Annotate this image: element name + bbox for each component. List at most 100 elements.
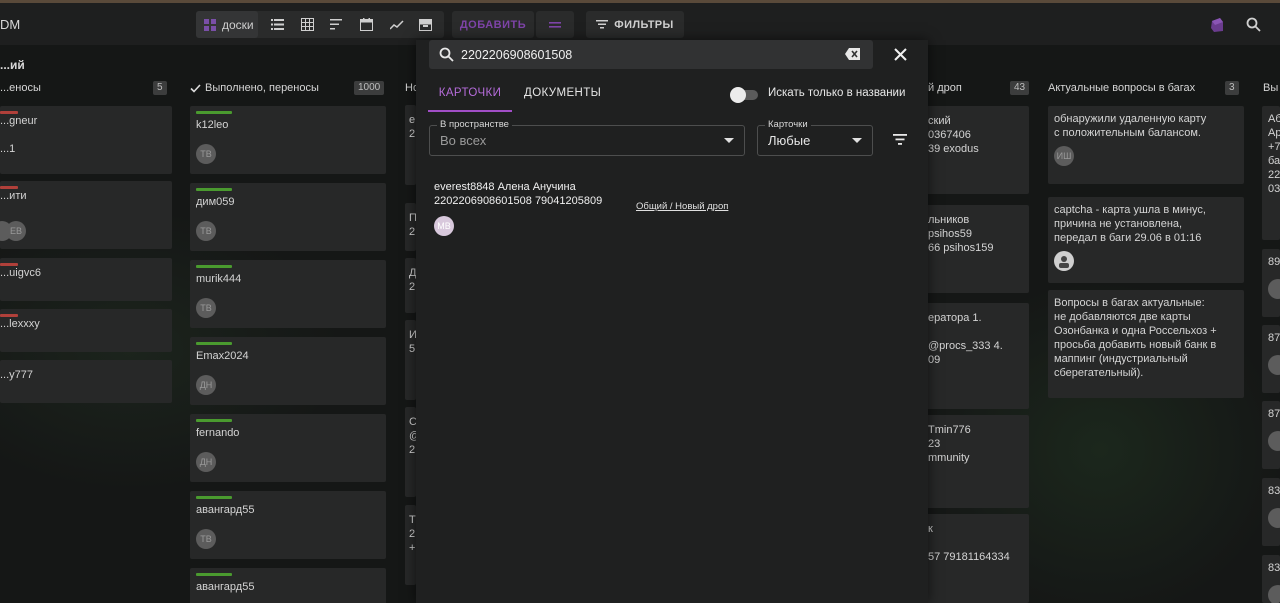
inbox-view-button[interactable] (411, 11, 440, 38)
column-2-count: 1000 (354, 81, 385, 95)
card[interactable]: Вопросы в багах актуальные: не добавляютс… (1048, 290, 1244, 398)
space-select-label: В пространстве (437, 119, 512, 130)
filters-button[interactable]: ФИЛЬТРЫ (586, 11, 684, 38)
card[interactable]: ...lexxxy (0, 309, 172, 352)
column-5-count: 3 (1225, 81, 1239, 95)
app-name: DM (0, 17, 21, 32)
boards-view-button[interactable]: доски (196, 11, 258, 38)
card[interactable]: дим059 ТВ (190, 183, 386, 251)
table-view-button[interactable] (293, 11, 322, 38)
title-only-toggle[interactable] (730, 87, 760, 103)
card[interactable]: льников psihos59 66 psihos159 (916, 205, 1029, 293)
calendar-view-button[interactable] (352, 11, 381, 38)
tab-cards[interactable]: КАРТОЧКИ (428, 84, 512, 112)
card[interactable]: И5 (405, 320, 416, 400)
card-title: ...ити (0, 190, 27, 202)
card[interactable]: Д2 (405, 258, 416, 313)
chevron-down-icon (852, 138, 862, 143)
card-text: 83 (1268, 562, 1280, 574)
cards-select[interactable]: Карточки Любые (757, 119, 873, 156)
card[interactable]: е2 (405, 105, 416, 185)
add-button[interactable]: ДОБАВИТЬ (452, 11, 534, 38)
card-text: 87 (1268, 332, 1280, 344)
trend-icon (389, 19, 404, 30)
result-title: everest8848 Алена Анучина (434, 181, 576, 193)
search-icon[interactable] (1246, 17, 1261, 32)
card-line1: к (928, 523, 933, 535)
card[interactable]: Emax2024 ДН (190, 337, 386, 405)
card[interactable]: 83 (1262, 478, 1280, 546)
card-title: Emax2024 (196, 350, 249, 362)
card-title: е (409, 114, 416, 126)
search-result[interactable]: everest8848 Алена Анучина 22022069086015… (434, 180, 854, 236)
card[interactable]: ...y777 (0, 360, 172, 403)
close-icon[interactable] (894, 48, 907, 61)
card-text: 89 (1268, 256, 1280, 268)
card-line2: 2 (409, 281, 416, 293)
search-input[interactable] (461, 46, 841, 64)
card[interactable]: ...uigvc6 (0, 258, 172, 301)
card-title: Т (409, 514, 416, 526)
filters-label: ФИЛЬТРЫ (614, 18, 674, 31)
card[interactable]: ский 0367406 39 exodus (916, 106, 1029, 194)
chart-view-button[interactable] (382, 11, 411, 38)
result-board-path[interactable]: Общий / Новый дроп (636, 201, 728, 212)
card[interactable]: Tmin776 23 mmunity (916, 415, 1029, 508)
column-2-header: Выполнено, переносы (190, 78, 319, 98)
card[interactable]: Аб Ар +7 ба 22 03 (1262, 106, 1280, 240)
sort-filter-icon[interactable] (893, 134, 907, 145)
add-menu-button[interactable] (536, 11, 574, 38)
card-text: 83 (1268, 485, 1280, 497)
card-stripe (196, 265, 232, 268)
card-line2: ...1 (0, 143, 16, 155)
avatar: ИШ (1054, 146, 1074, 166)
card-text: Озонбанка и одна Россельхоз + (1054, 325, 1217, 337)
card[interactable]: к 57 79181164334 (916, 514, 1029, 603)
card-title: И (409, 329, 416, 341)
card[interactable]: 83 (1262, 555, 1280, 603)
card[interactable]: авангард55 (190, 568, 386, 603)
clear-input-icon[interactable] (845, 48, 860, 60)
card-line2: 2 (409, 528, 416, 540)
card[interactable]: k12leo ТВ (190, 106, 386, 174)
cards-select-value: Любые (768, 133, 811, 148)
space-select[interactable]: В пространстве Во всех (429, 119, 745, 156)
card-text: сберегательный). (1054, 367, 1144, 379)
card-stripe (0, 263, 18, 266)
card[interactable]: captcha - карта ушла в минус, причина не … (1048, 197, 1244, 283)
gantt-view-button[interactable] (322, 11, 351, 38)
card-stripe (0, 186, 18, 189)
list-view-button[interactable] (263, 11, 292, 38)
avatar: ЕВ (6, 221, 26, 241)
card-stripe (196, 573, 232, 576)
card-stripe (0, 314, 18, 317)
menu-lines-icon (549, 21, 561, 28)
brand-cube-icon[interactable] (1209, 17, 1225, 33)
card[interactable]: ...ити ЕВ (0, 181, 172, 249)
column-2-title: Выполнено, переносы (205, 82, 319, 94)
card-line4: 09 (928, 354, 941, 366)
tab-documents[interactable]: ДОКУМЕНТЫ (524, 84, 604, 112)
card[interactable]: С@2 (405, 407, 416, 497)
card[interactable]: ератора 1. @procs_333 4. 09 (916, 303, 1029, 409)
card-title: С (409, 416, 416, 428)
card[interactable]: 89 (1262, 249, 1280, 317)
card[interactable]: 87 (1262, 325, 1280, 393)
card-title: ...y777 (0, 369, 34, 381)
card[interactable]: Т 2 + (405, 505, 416, 585)
avatar: ДН (196, 452, 216, 472)
boards-label: доски (222, 17, 254, 32)
card[interactable]: обнаружили удаленную карту с положительны… (1048, 106, 1244, 184)
column-4-title: й дроп (928, 82, 962, 94)
card-title: авангард55 (196, 581, 255, 593)
card[interactable]: fernando ДН (190, 414, 386, 482)
card[interactable]: ...gneur ...1 (0, 106, 172, 174)
card[interactable]: авангард55 ТВ (190, 491, 386, 559)
avatar: ДН (196, 375, 216, 395)
card-text: не добавляются две карты (1054, 311, 1191, 323)
card[interactable]: 87 (1262, 401, 1280, 469)
avatar: ТВ (196, 298, 216, 318)
card[interactable]: П2 (405, 203, 416, 251)
card[interactable]: murik444 ТВ (190, 260, 386, 328)
card-line2: 23 (928, 438, 941, 450)
